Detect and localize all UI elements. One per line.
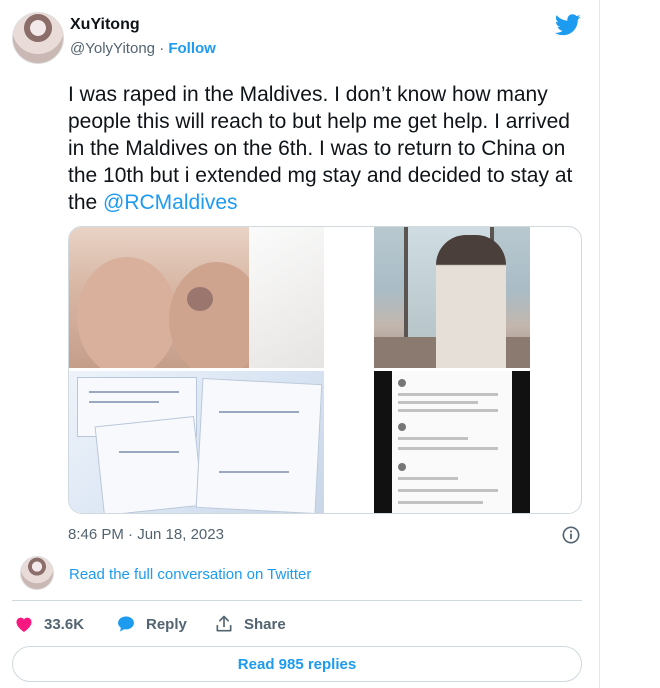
follow-button[interactable]: Follow — [168, 40, 216, 57]
reply-label: Reply — [146, 615, 187, 633]
conversation-row: Read the full conversation on Twitter — [20, 556, 580, 592]
tweet-header: XuYitong @YolyYitong · Follow — [12, 12, 587, 68]
divider — [12, 600, 582, 601]
share-label: Share — [244, 615, 286, 633]
handle-separator: · — [159, 40, 165, 57]
tweet-timestamp[interactable]: 8:46 PM · Jun 18, 2023 — [68, 526, 224, 543]
share-upload-icon — [216, 615, 232, 632]
author-avatar[interactable] — [12, 12, 64, 64]
twitter-bird-icon[interactable] — [555, 14, 581, 36]
author-handle-line: @YolyYitong · Follow — [70, 40, 216, 57]
read-replies-button[interactable]: Read 985 replies — [12, 646, 582, 682]
info-icon[interactable] — [562, 526, 580, 544]
author-info: XuYitong @YolyYitong · Follow — [70, 16, 216, 57]
read-full-conversation-link[interactable]: Read the full conversation on Twitter — [69, 566, 311, 583]
action-bar: 33.6K Reply Share — [14, 612, 574, 636]
media-grid — [68, 226, 582, 514]
tweet-embed-card: XuYitong @YolyYitong · Follow I was rape… — [0, 0, 600, 688]
author-handle[interactable]: @YolyYitong — [70, 40, 155, 57]
conversation-avatar — [20, 556, 54, 590]
speech-bubble-icon — [118, 616, 134, 632]
photo-documents[interactable] — [69, 371, 324, 513]
read-replies-label: Read 985 replies — [237, 655, 357, 673]
mention-link[interactable]: @RCMaldives — [103, 191, 238, 214]
share-button[interactable]: Share — [214, 612, 286, 636]
like-button[interactable]: 33.6K — [14, 612, 84, 636]
photo-knees[interactable] — [69, 227, 324, 368]
photo-phone-screen[interactable] — [374, 371, 530, 513]
author-display-name[interactable]: XuYitong — [70, 16, 216, 34]
like-count: 33.6K — [44, 615, 85, 633]
tweet-text: I was raped in the Maldives. I don’t kno… — [68, 81, 588, 216]
tweet-meta: 8:46 PM · Jun 18, 2023 — [68, 526, 580, 546]
photo-mirror[interactable] — [374, 227, 530, 368]
heart-icon — [16, 617, 32, 632]
reply-button[interactable]: Reply — [116, 612, 187, 636]
